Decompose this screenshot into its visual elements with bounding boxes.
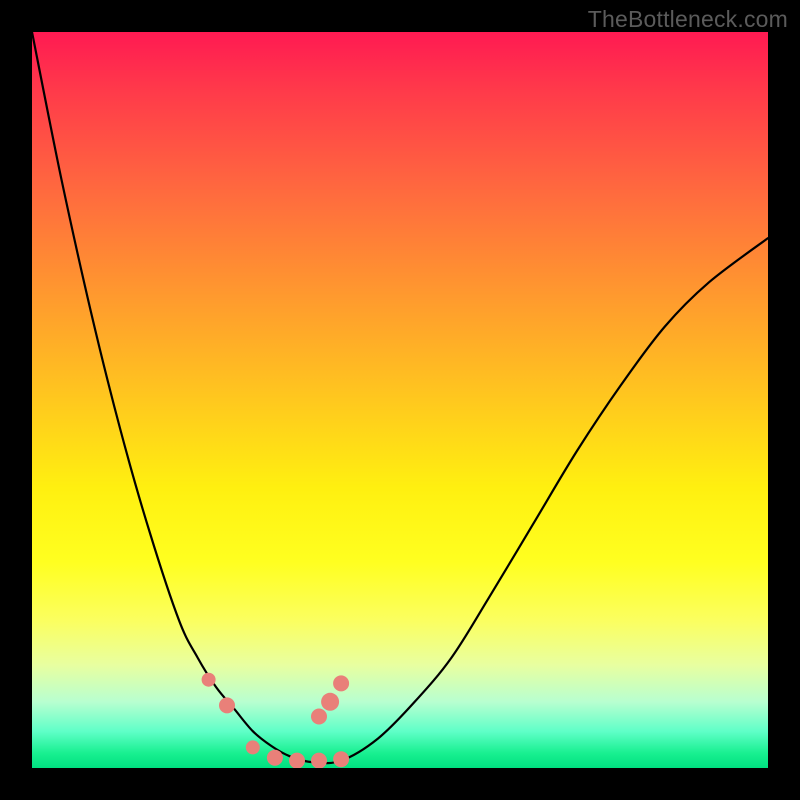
bottleneck-curve (32, 32, 768, 763)
curve-layer (32, 32, 768, 768)
marker-dot (333, 751, 349, 767)
marker-dot (321, 693, 339, 711)
watermark-text: TheBottleneck.com (588, 6, 788, 33)
marker-dot (219, 697, 235, 713)
plot-area (32, 32, 768, 768)
marker-group (202, 673, 350, 768)
marker-dot (202, 673, 216, 687)
marker-dot (311, 753, 327, 768)
marker-dot (267, 750, 283, 766)
marker-dot (311, 709, 327, 725)
marker-dot (333, 675, 349, 691)
chart-frame: TheBottleneck.com (0, 0, 800, 800)
marker-dot (289, 753, 305, 768)
marker-dot (246, 740, 260, 754)
